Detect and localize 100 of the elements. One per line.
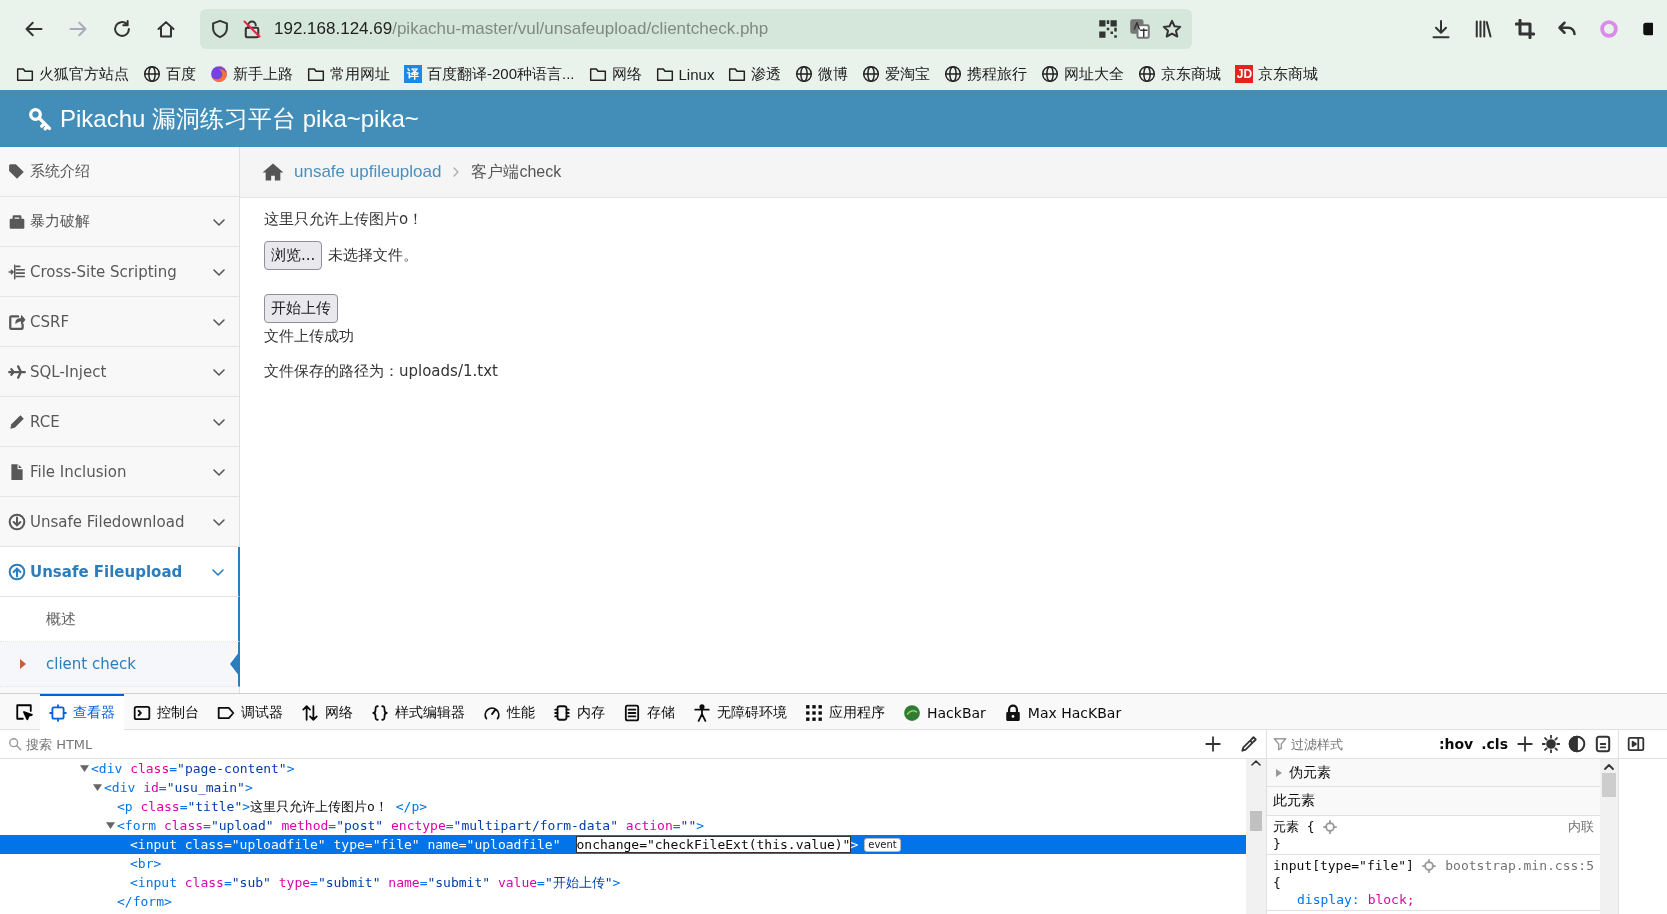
document-icon[interactable]	[1594, 735, 1612, 753]
bookmark[interactable]: 网址大全	[1041, 64, 1125, 84]
devtools-tab[interactable]: 网络	[292, 693, 362, 730]
target-icon[interactable]	[1322, 819, 1337, 834]
saved-path: 文件保存的路径为：uploads/1.txt	[264, 362, 498, 381]
devtools-tab[interactable]: 查看器	[40, 693, 124, 730]
star-icon[interactable]	[1162, 19, 1182, 39]
stylesheet-link[interactable]: 内联	[1568, 817, 1594, 836]
padlock-icon	[1003, 703, 1022, 722]
code-line[interactable]: <br>	[130, 856, 162, 871]
bookmark[interactable]: 爱淘宝	[862, 64, 931, 84]
scrollbar-thumb[interactable]	[1250, 811, 1262, 831]
folder-icon	[655, 65, 674, 83]
filter-icon	[1273, 737, 1287, 751]
bookmark[interactable]: 译 百度翻译-200种语言...	[404, 64, 575, 84]
devtools-tab[interactable]: 应用程序	[796, 693, 894, 730]
breadcrumb-current: 客户端check	[471, 161, 562, 182]
folder-icon	[588, 65, 607, 83]
code-line[interactable]: <p class="title">这里只允许上传图片o！ </p>	[117, 797, 428, 816]
expand-triangle-icon[interactable]	[93, 783, 102, 792]
folder-icon	[16, 65, 34, 83]
home-icon[interactable]	[156, 19, 176, 39]
contrast-icon[interactable]	[1568, 735, 1586, 753]
css-selector: 元素 {	[1273, 817, 1315, 836]
download-icon[interactable]	[1431, 19, 1451, 39]
event-badge[interactable]: event	[864, 837, 901, 852]
bookmark[interactable]: 常用网址	[307, 64, 390, 84]
sun-icon[interactable]	[1542, 735, 1560, 753]
bookmark[interactable]: 网络	[588, 64, 642, 84]
stylesheet-link[interactable]: bootstrap.min.css:5	[1445, 858, 1594, 873]
upload-button[interactable]: 开始上传	[264, 294, 338, 323]
element-picker-icon[interactable]	[15, 702, 33, 721]
reload-icon[interactable]	[112, 19, 132, 39]
crop-icon[interactable]	[1515, 19, 1535, 39]
address-bar[interactable]: 192.168.124.69/pikachu-master/vul/unsafeupload/clientcheck.php	[200, 9, 1192, 49]
section-heading: 此元素	[1267, 787, 1600, 816]
pointer-icon	[230, 651, 240, 677]
bookmark[interactable]: Linux	[655, 65, 715, 83]
css-brace: {	[1273, 874, 1282, 891]
submenu-item[interactable]: 概述	[0, 597, 240, 642]
devtools-tab[interactable]: 内存	[544, 693, 614, 730]
devtools-tab[interactable]: 调试器	[208, 693, 292, 730]
css-selector: input[type="file"]	[1273, 858, 1414, 873]
sidebar-toggle-icon[interactable]	[1627, 735, 1645, 753]
filter-field[interactable]: 过滤样式	[1291, 736, 1431, 752]
qr-code-icon[interactable]	[1098, 19, 1118, 39]
bookmark[interactable]: 百度	[143, 64, 196, 84]
code-line[interactable]: <form class="upload" method="post" enctype="multipart/form-data" action="">	[117, 818, 705, 833]
target-icon[interactable]	[1421, 858, 1436, 873]
caret-right-icon	[20, 659, 26, 669]
add-icon[interactable]	[1516, 735, 1534, 753]
bookmark[interactable]: 微博	[795, 64, 849, 84]
submenu-item[interactable]: client check	[0, 642, 240, 687]
url-text: 192.168.124.69/pikachu-master/vul/unsafeupload/clientcheck.php	[274, 19, 770, 39]
pseudo-elements-toggle[interactable]: 伪元素	[1267, 759, 1600, 787]
devtools-tab[interactable]: 无障碍环境	[684, 693, 796, 730]
file-status: 未选择文件。	[328, 246, 419, 265]
scrollbar-thumb[interactable]	[1602, 773, 1616, 797]
bookmark[interactable]: 火狐官方站点	[16, 64, 129, 84]
code-line[interactable]: <input class="sub" type="submit" name="submit" value="开始上传">	[130, 873, 621, 892]
add-icon[interactable]	[1204, 735, 1222, 753]
search-field[interactable]: 搜索 HTML	[26, 736, 1186, 752]
shield-icon[interactable]	[210, 19, 230, 39]
code-line[interactable]: <input class="uploadfile" type="file" name="uploadfile" onchange="checkFileExt(this.value)">	[130, 837, 859, 852]
home-icon[interactable]	[262, 162, 284, 182]
bookmark[interactable]: JD 京东商城	[1235, 64, 1319, 84]
sidebar-item[interactable]: Unsafe Fileupload	[0, 547, 240, 597]
devtools-tab[interactable]: 控制台	[124, 693, 208, 730]
expand-triangle-icon[interactable]	[80, 764, 89, 773]
search-icon	[8, 737, 22, 751]
eyedropper-icon[interactable]	[1240, 735, 1258, 753]
library-icon[interactable]	[1473, 19, 1493, 39]
lock-icon[interactable]	[242, 19, 262, 39]
person-icon	[693, 703, 711, 722]
upload-circle-icon	[8, 562, 26, 581]
scroll-up-icon[interactable]	[1251, 759, 1261, 767]
app-title: Pikachu 漏洞练习平台 pika~pika~	[60, 103, 419, 134]
code-line[interactable]: <div id="usu_main">	[104, 780, 253, 795]
devtools-tab[interactable]: Max HacKBar	[994, 693, 1131, 730]
devtools-tab[interactable]: 存储	[614, 693, 684, 730]
bookmark[interactable]: 渗透	[728, 64, 782, 84]
globe-icon	[795, 65, 814, 83]
bookmark[interactable]: 携程旅行	[944, 64, 1028, 84]
toggle-button[interactable]: .cls	[1481, 736, 1508, 752]
code-line[interactable]: <div class="page-content">	[91, 761, 295, 776]
page-title: 这里只允许上传图片o！	[264, 210, 424, 229]
css-declaration[interactable]: display: block;	[1273, 891, 1594, 908]
devtools-tab[interactable]: 样式编辑器	[362, 693, 474, 730]
bookmark[interactable]: 京东商城	[1138, 64, 1222, 84]
devtools-tab[interactable]: 性能	[474, 693, 544, 730]
back-icon[interactable]	[24, 19, 44, 39]
browse-button[interactable]: 浏览...	[264, 241, 323, 270]
code-line[interactable]: </form>	[117, 894, 172, 909]
scroll-up-icon[interactable]	[1603, 763, 1615, 771]
devtools-tab[interactable]: HackBar	[894, 693, 995, 730]
bookmark[interactable]: 新手上路	[210, 64, 293, 84]
translate-icon[interactable]	[1130, 19, 1150, 39]
expand-triangle-icon[interactable]	[106, 821, 115, 830]
bookmark-badge-icon: 译	[404, 65, 422, 83]
toggle-button[interactable]: :hov	[1438, 736, 1474, 752]
